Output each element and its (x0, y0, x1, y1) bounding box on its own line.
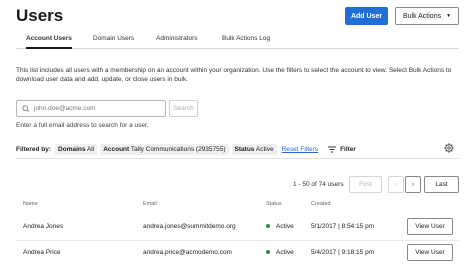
chip-key: Status (234, 146, 255, 153)
filtered-by-label: Filtered by: (16, 146, 52, 153)
chevron-right-icon[interactable]: › (405, 176, 421, 193)
chip-value: All (86, 146, 95, 153)
status-text: Active (276, 249, 294, 256)
column-header-status: Status (266, 201, 282, 207)
table-row: Andrea Jones andrea.jones@summitdemo.org… (16, 215, 459, 239)
tab-account-users[interactable]: Account Users (26, 35, 72, 49)
filter-chip-account[interactable]: Account Tally Communications (2935755) (100, 144, 229, 155)
first-page-button[interactable]: First (349, 176, 382, 193)
tab-bar: Account Users Domain Users Administrator… (16, 33, 459, 49)
add-user-button[interactable]: Add User (345, 7, 388, 25)
user-status: Active (266, 241, 294, 265)
user-email: andrea.price@acmodemo.com (143, 249, 232, 256)
page-description: This list includes all users with a memb… (16, 67, 452, 83)
status-text: Active (276, 223, 294, 230)
section-divider (16, 158, 459, 159)
chip-value: Tally Communications (2935755) (130, 146, 226, 153)
pagination-summary: 1 - 50 of 74 users (293, 181, 344, 188)
last-page-button[interactable]: Last (424, 176, 459, 193)
status-dot-icon (266, 224, 270, 229)
tab-bulk-actions-log[interactable]: Bulk Actions Log (222, 35, 270, 49)
user-name: Andrea Jones (23, 223, 64, 230)
filter-chip-status[interactable]: Status Active (231, 144, 277, 155)
filter-bar: Filtered by: Domains All Account Tally C… (16, 144, 356, 155)
search-button[interactable]: Search (169, 100, 198, 117)
column-header-name: Name (23, 201, 38, 207)
chevron-down-icon: ▼ (446, 13, 452, 19)
tab-administrators[interactable]: Administrators (156, 35, 198, 49)
reset-filters-link[interactable]: Reset Filters (282, 146, 318, 153)
bulk-actions-dropdown[interactable]: Bulk Actions ▼ (395, 7, 459, 25)
chip-key: Account (103, 146, 130, 153)
search-field[interactable] (16, 100, 166, 117)
chevron-left-icon[interactable]: ‹ (388, 176, 404, 193)
filter-toggle-button[interactable]: Filter (328, 146, 356, 153)
filter-chip-domains[interactable]: Domains All (55, 144, 98, 155)
user-email: andrea.jones@summitdemo.org (143, 223, 236, 230)
bulk-actions-label: Bulk Actions (402, 12, 442, 20)
tab-domain-users[interactable]: Domain Users (93, 35, 134, 49)
table-row: Andrea Price andrea.price@acmodemo.com A… (16, 241, 459, 265)
user-created: 5/4/2017 | 9:18:15 pm (311, 249, 375, 256)
status-dot-icon (266, 250, 270, 255)
filter-icon (328, 146, 337, 153)
user-created: 5/1/2017 | 8:54:15 pm (311, 223, 375, 230)
page-title: Users (16, 6, 64, 25)
filter-label: Filter (340, 146, 356, 153)
chip-value: Active (255, 146, 274, 153)
column-header-email: Email (143, 201, 157, 207)
chip-key: Domains (58, 146, 86, 153)
search-icon (22, 104, 30, 113)
view-user-button[interactable]: View User (407, 218, 453, 235)
search-input[interactable] (34, 105, 154, 112)
gear-icon[interactable] (444, 143, 454, 153)
view-user-button[interactable]: View User (407, 244, 453, 261)
search-hint: Enter a full email address to search for… (16, 122, 149, 129)
user-status: Active (266, 215, 294, 239)
user-name: Andrea Price (23, 249, 61, 256)
column-header-created: Created (311, 201, 331, 207)
